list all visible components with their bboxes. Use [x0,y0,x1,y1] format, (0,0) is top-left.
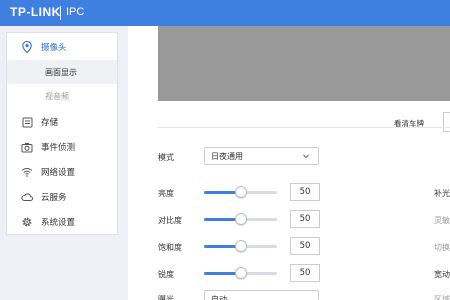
brightness-slider[interactable] [204,186,277,198]
sidebar-subitem-display[interactable]: 画面显示 [7,60,117,84]
region-label: 区域 [434,295,450,300]
location-pin-icon [21,41,33,53]
video-preview [158,26,450,101]
brand-divider [60,6,61,20]
exposure-select[interactable]: 自动 [204,290,319,300]
saturation-label: 饱和度 [158,243,182,252]
plate-clarity-toggle[interactable] [443,112,450,132]
sidebar-subitem-audio-video[interactable]: 视音频 [7,84,117,108]
sidebar-item-label: 网络设置 [41,168,76,178]
sidebar: 摄像头 画面显示 视音频 存储 事件侦测 网络设置 云服务 系统设置 [6,32,118,235]
mode-select[interactable]: 日夜通用 [204,147,319,165]
slider-thumb[interactable] [234,267,247,279]
chevron-down-icon [302,152,310,162]
sharpness-label: 锐度 [158,270,174,279]
sidebar-item-label: 存储 [41,118,59,128]
brightness-label: 亮度 [158,189,174,198]
sidebar-item-label: 云服务 [41,193,67,203]
contrast-input[interactable]: 50 [290,210,320,228]
top-bar: TP-LINK IPC [0,0,450,26]
sidebar-item-label: 事件侦测 [41,143,76,153]
exposure-label: 曝光 [158,295,174,300]
sidebar-subitem-label: 画面显示 [45,67,77,77]
mode-select-value: 日夜通用 [211,151,243,161]
wifi-icon [21,166,33,178]
contrast-label: 对比度 [158,216,182,225]
fill-light-label: 补光 [434,189,450,198]
mode-label: 模式 [158,153,174,162]
contrast-slider[interactable] [204,213,277,225]
section-divider [158,127,450,128]
sidebar-item-event-detection[interactable]: 事件侦测 [7,135,117,159]
sidebar-item-network[interactable]: 网络设置 [7,160,117,184]
sidebar-item-cloud[interactable]: 云服务 [7,185,117,209]
saturation-input[interactable]: 50 [290,237,320,255]
sidebar-item-label: 系统设置 [41,218,76,228]
exposure-select-value: 自动 [211,294,227,300]
switch-label: 切换 [434,243,450,252]
main-content: 看清车牌 模式 日夜通用 亮度 50 对比度 50 饱和度 50 锐度 50 曝… [128,26,450,300]
cloud-icon [21,191,33,203]
sidebar-subitem-label: 视音频 [45,91,69,101]
sidebar-item-system[interactable]: 系统设置 [7,210,117,234]
sidebar-item-storage[interactable]: 存储 [7,110,117,134]
slider-thumb[interactable] [234,240,247,252]
sharpness-input[interactable]: 50 [290,264,320,282]
saturation-slider[interactable] [204,240,277,252]
storage-icon [21,116,33,128]
wide-dynamic-label: 宽动 [434,270,450,279]
brightness-input[interactable]: 50 [290,183,320,201]
slider-thumb[interactable] [234,213,247,225]
sidebar-item-camera[interactable]: 摄像头 [7,35,117,59]
camera-icon [21,141,33,153]
sharpness-slider[interactable] [204,267,277,279]
slider-thumb[interactable] [234,186,247,198]
gear-icon [21,216,33,228]
sidebar-item-label: 摄像头 [41,43,67,53]
brand-logo: TP-LINK [10,5,61,19]
sensitivity-label: 灵敏 [434,216,450,225]
product-name: IPC [66,6,85,18]
